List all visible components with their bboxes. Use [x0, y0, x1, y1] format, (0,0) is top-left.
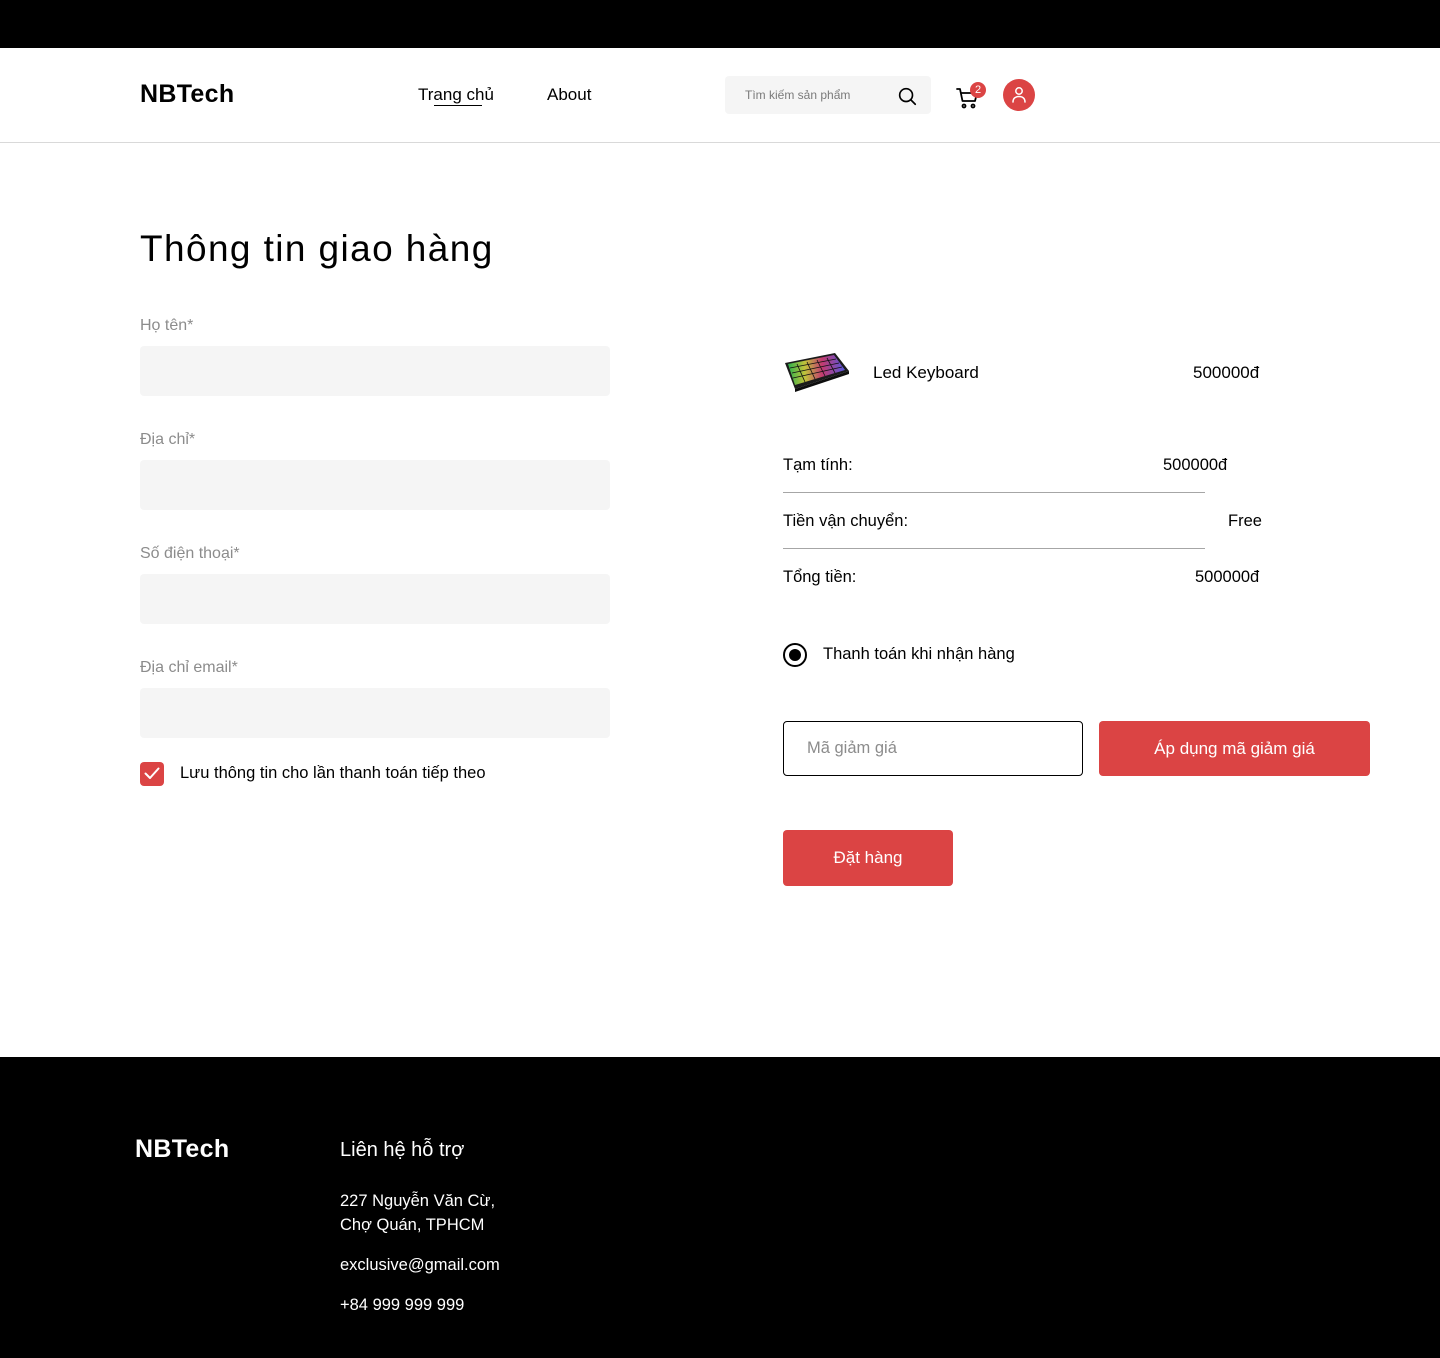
- search-icon[interactable]: [896, 85, 918, 107]
- phone-field[interactable]: [140, 574, 610, 624]
- shipping-value: Free: [1228, 512, 1262, 530]
- cash-on-delivery-radio[interactable]: [783, 643, 807, 667]
- footer-address-line2: Chợ Quán, TPHCM: [340, 1216, 485, 1234]
- site-header: NBTech Trang chủ About 2: [0, 48, 1440, 143]
- subtotal-value: 500000đ: [1163, 456, 1228, 474]
- footer-address-line1: 227 Nguyễn Văn Cừ,: [340, 1192, 496, 1210]
- keyboard-product-image: [785, 353, 849, 392]
- apply-coupon-button[interactable]: Áp dụng mã giảm giá: [1099, 721, 1370, 776]
- save-info-checkbox[interactable]: [140, 762, 164, 786]
- cart-count-badge: 2: [970, 82, 986, 98]
- total-label: Tổng tiền:: [783, 568, 857, 586]
- phone-label: Số điện thoại*: [140, 545, 240, 562]
- email-label: Địa chỉ email*: [140, 659, 238, 676]
- subtotal-label: Tạm tính:: [783, 456, 853, 474]
- address-label: Địa chỉ*: [140, 431, 196, 448]
- user-account-button[interactable]: [1003, 79, 1035, 111]
- footer-email[interactable]: exclusive@gmail.com: [340, 1253, 500, 1277]
- top-bar: [0, 0, 1440, 48]
- footer-phone[interactable]: +84 999 999 999: [340, 1293, 464, 1317]
- user-icon: [1012, 87, 1026, 103]
- shipping-label: Tiền vận chuyển:: [783, 512, 909, 530]
- nav-active-underline: [434, 105, 482, 106]
- logo[interactable]: NBTech: [140, 80, 234, 109]
- footer-support-heading: Liên hệ hỗ trợ: [340, 1139, 465, 1161]
- page-title: Thông tin giao hàng: [140, 228, 494, 269]
- site-footer: NBTech Liên hệ hỗ trợ 227 Nguyễn Văn Cừ,…: [0, 1057, 1440, 1358]
- name-field[interactable]: [140, 346, 610, 396]
- radio-selected-dot: [789, 649, 801, 661]
- place-order-button[interactable]: Đặt hàng: [783, 830, 953, 886]
- product-name: Led Keyboard: [873, 363, 979, 382]
- summary-divider: [783, 548, 1205, 549]
- cart-button[interactable]: 2: [955, 82, 987, 112]
- coupon-code-input[interactable]: [783, 721, 1083, 776]
- check-icon: [144, 767, 160, 779]
- nav-link-about[interactable]: About: [547, 85, 591, 105]
- email-field[interactable]: [140, 688, 610, 738]
- summary-divider: [783, 492, 1205, 493]
- product-price: 500000đ: [1193, 363, 1260, 382]
- total-value: 500000đ: [1195, 568, 1260, 586]
- search-input[interactable]: [745, 76, 895, 114]
- footer-logo: NBTech: [135, 1135, 230, 1163]
- name-label: Họ tên*: [140, 317, 194, 334]
- cash-on-delivery-label: Thanh toán khi nhận hàng: [823, 645, 1015, 663]
- address-field[interactable]: [140, 460, 610, 510]
- search-bar: [725, 76, 931, 114]
- save-info-label: Lưu thông tin cho lần thanh toán tiếp th…: [180, 764, 486, 782]
- nav-link-home[interactable]: Trang chủ: [418, 85, 494, 105]
